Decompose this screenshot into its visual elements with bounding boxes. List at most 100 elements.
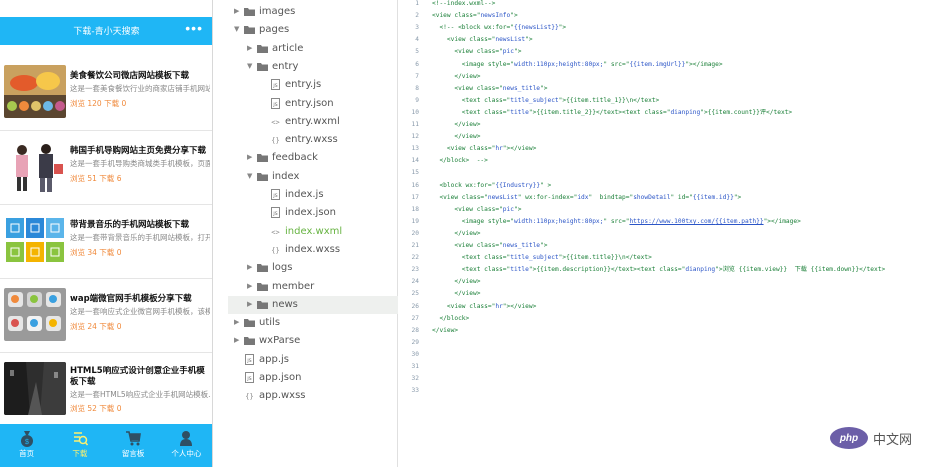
code-line[interactable]: 15 bbox=[399, 167, 936, 178]
tree-file-entry-wxss[interactable]: {} entry.wxss bbox=[228, 131, 398, 149]
line-number: 33 bbox=[411, 387, 419, 395]
svg-text:JS: JS bbox=[272, 102, 277, 108]
code-line[interactable]: 25 </view> bbox=[399, 288, 936, 299]
tree-folder-news[interactable]: ▶ news bbox=[228, 295, 398, 314]
code-line[interactable]: 19 <image style="width:110px;height:80px… bbox=[399, 216, 936, 227]
code-text: <view class="hr"></view> bbox=[432, 145, 537, 153]
watermark-text: 中文网 bbox=[873, 432, 913, 448]
line-number: 15 bbox=[411, 169, 419, 177]
code-line[interactable]: 9 <text class="title_subject">{{item.tit… bbox=[399, 95, 936, 106]
code-line[interactable]: 4 <view class="newsList"> bbox=[399, 34, 936, 45]
code-line[interactable]: 6 <image style="width:110px;height:80px;… bbox=[399, 59, 936, 70]
tree-file-index-wxml[interactable]: <> index.wxml bbox=[228, 223, 398, 241]
folder-icon bbox=[244, 319, 255, 328]
line-number: 17 bbox=[411, 193, 419, 201]
code-line[interactable]: 3 <!-- <block wx:for="{{newsList}}"> bbox=[399, 22, 936, 33]
tree-folder-member[interactable]: ▶ member bbox=[228, 278, 398, 296]
code-line[interactable]: 2 <view class="newsInfo"> bbox=[399, 10, 936, 21]
chevron-right-icon[interactable]: ▶ bbox=[247, 282, 252, 290]
list-item[interactable]: 韩国手机导购网站主页免费分享下载 这是一套手机导购类商城类手机模板，页面... … bbox=[0, 130, 212, 204]
tab-home[interactable]: $ 首页 bbox=[0, 424, 53, 467]
phone-simulator: 下载-青小天搜索 ••• 美食餐饮公司微店网站模板下载 这是一套美食餐饮行业的商… bbox=[0, 0, 213, 467]
code-line[interactable]: 11 </view> bbox=[399, 119, 936, 130]
code-line[interactable]: 16 <block wx:for="{{Industry}}" > bbox=[399, 180, 936, 191]
code-line[interactable]: 20 </view> bbox=[399, 228, 936, 239]
list-item[interactable]: wap端微官网手机模板分享下载 这是一套响应式企业微官网手机模板，该模... 浏… bbox=[0, 278, 212, 352]
line-number: 12 bbox=[411, 133, 419, 141]
chevron-down-icon[interactable]: ▼ bbox=[247, 62, 252, 70]
code-line[interactable]: 27 </block> bbox=[399, 313, 936, 324]
tree-file-entry-js[interactable]: JS entry.js bbox=[228, 76, 398, 94]
code-line[interactable]: 30 bbox=[399, 349, 936, 360]
code-editor[interactable]: 1 <!--index.wxml--> 2 <view class="newsInfo… bbox=[399, 0, 936, 467]
code-line[interactable]: 10 <text class="title">{{item.title_2}}<… bbox=[399, 107, 936, 118]
line-number: 11 bbox=[411, 121, 419, 128]
chevron-right-icon[interactable]: ▶ bbox=[234, 318, 239, 326]
chevron-right-icon[interactable]: ▶ bbox=[247, 263, 252, 271]
code-line[interactable]: 21 <view class="news_title"> bbox=[399, 240, 936, 251]
code-line[interactable]: 5 <view class="pic"> bbox=[399, 46, 936, 57]
tree-folder-entry[interactable]: ▼ entry bbox=[228, 58, 398, 76]
tree-folder-wxparse[interactable]: ▶ wxParse bbox=[228, 332, 398, 350]
tree-folder-feedback[interactable]: ▶ feedback bbox=[228, 149, 398, 167]
code-line[interactable]: 7 </view> bbox=[399, 71, 936, 82]
code-line[interactable]: 26 <view class="hr"></view> bbox=[399, 301, 936, 312]
tree-file-entry-wxml[interactable]: <> entry.wxml bbox=[228, 113, 398, 131]
code-line[interactable]: 23 <text class="title">{{item.descriptio… bbox=[399, 264, 936, 275]
line-number: 22 bbox=[411, 254, 419, 262]
tree-folder-index[interactable]: ▼ index bbox=[228, 168, 398, 186]
tree-folder-images[interactable]: ▶ images bbox=[228, 3, 398, 21]
code-text: <text class="title">{{item.title_2}}</te… bbox=[432, 108, 793, 116]
more-menu-button[interactable]: ••• bbox=[185, 21, 203, 35]
tab-profile[interactable]: 个人中心 bbox=[160, 424, 212, 467]
chevron-right-icon[interactable]: ▶ bbox=[234, 336, 239, 344]
tree-folder-utils[interactable]: ▶ utils bbox=[228, 314, 398, 332]
tree-item-label: index.json bbox=[285, 207, 336, 219]
tree-folder-pages[interactable]: ▼ pages bbox=[228, 21, 398, 39]
code-line[interactable]: 31 bbox=[399, 361, 936, 372]
code-line[interactable]: 28 </view> bbox=[399, 325, 936, 336]
chevron-right-icon[interactable]: ▶ bbox=[234, 7, 239, 15]
line-number: 8 bbox=[415, 84, 419, 92]
tree-file-app-js[interactable]: JS app.js bbox=[228, 351, 398, 369]
chevron-right-icon[interactable]: ▶ bbox=[247, 44, 252, 52]
user-icon bbox=[180, 431, 193, 446]
code-line[interactable]: 18 <view class="pic"> bbox=[399, 204, 936, 215]
list-item[interactable]: HTML5响应式设计创意企业手机模板下载 这是一套HTML5响应式企业手机网站模… bbox=[0, 352, 212, 426]
line-number: 21 bbox=[411, 242, 419, 249]
code-line[interactable]: 32 bbox=[399, 373, 936, 384]
code-line[interactable]: 13 <view class="hr"></view> bbox=[399, 143, 936, 154]
tree-folder-article[interactable]: ▶ article bbox=[228, 40, 398, 58]
tree-file-app-json[interactable]: JS app.json bbox=[228, 369, 398, 387]
tab-download[interactable]: 下载 bbox=[53, 424, 106, 467]
list-item[interactable]: 带背景音乐的手机网站模板下载 这是一套带背景音乐的手机网站模板，打开... 浏览… bbox=[0, 204, 212, 278]
code-line[interactable]: 17 <view class="newsList" wx:for-index="… bbox=[399, 192, 936, 203]
code-line[interactable]: 24 </view> bbox=[399, 276, 936, 287]
tree-file-index-wxss[interactable]: {} index.wxss bbox=[228, 241, 398, 259]
code-text: <view class="pic"> bbox=[432, 205, 522, 213]
code-line[interactable]: 22 <text class="title_subject">{{item.ti… bbox=[399, 252, 936, 263]
code-line[interactable]: 33 bbox=[399, 385, 936, 396]
chevron-down-icon[interactable]: ▼ bbox=[247, 172, 252, 180]
tree-folder-logs[interactable]: ▶ logs bbox=[228, 259, 398, 277]
code-line[interactable]: 1 <!--index.wxml--> bbox=[399, 0, 936, 9]
tree-item-label: entry.wxml bbox=[285, 115, 340, 127]
line-number: 29 bbox=[411, 338, 419, 346]
code-line[interactable]: 12 </view> bbox=[399, 131, 936, 142]
list-item[interactable]: 美食餐饮公司微店网站模板下载 这是一套美食餐饮行业的商家店铺手机网站 浏览 12… bbox=[0, 56, 212, 130]
tab-message-board[interactable]: 留言板 bbox=[107, 424, 160, 467]
tree-file-index-js[interactable]: JS index.js bbox=[228, 186, 398, 204]
tree-file-entry-json[interactable]: JS entry.json bbox=[228, 95, 398, 113]
tree-file-app-wxss[interactable]: {} app.wxss bbox=[228, 387, 398, 405]
chevron-right-icon[interactable]: ▶ bbox=[247, 153, 252, 161]
code-line[interactable]: 29 bbox=[399, 337, 936, 348]
line-number: 10 bbox=[411, 108, 419, 116]
tree-item-label: images bbox=[259, 6, 296, 17]
chevron-down-icon[interactable]: ▼ bbox=[234, 25, 239, 33]
code-line[interactable]: 14 </block> --> bbox=[399, 155, 936, 166]
json-file-icon: JS bbox=[271, 97, 280, 109]
code-line[interactable]: 8 <view class="news_title"> bbox=[399, 83, 936, 94]
tree-file-index-json[interactable]: JS index.json bbox=[228, 204, 398, 222]
chevron-right-icon[interactable]: ▶ bbox=[247, 300, 252, 308]
code-text: <block wx:for="{{Industry}}" > bbox=[432, 181, 552, 189]
